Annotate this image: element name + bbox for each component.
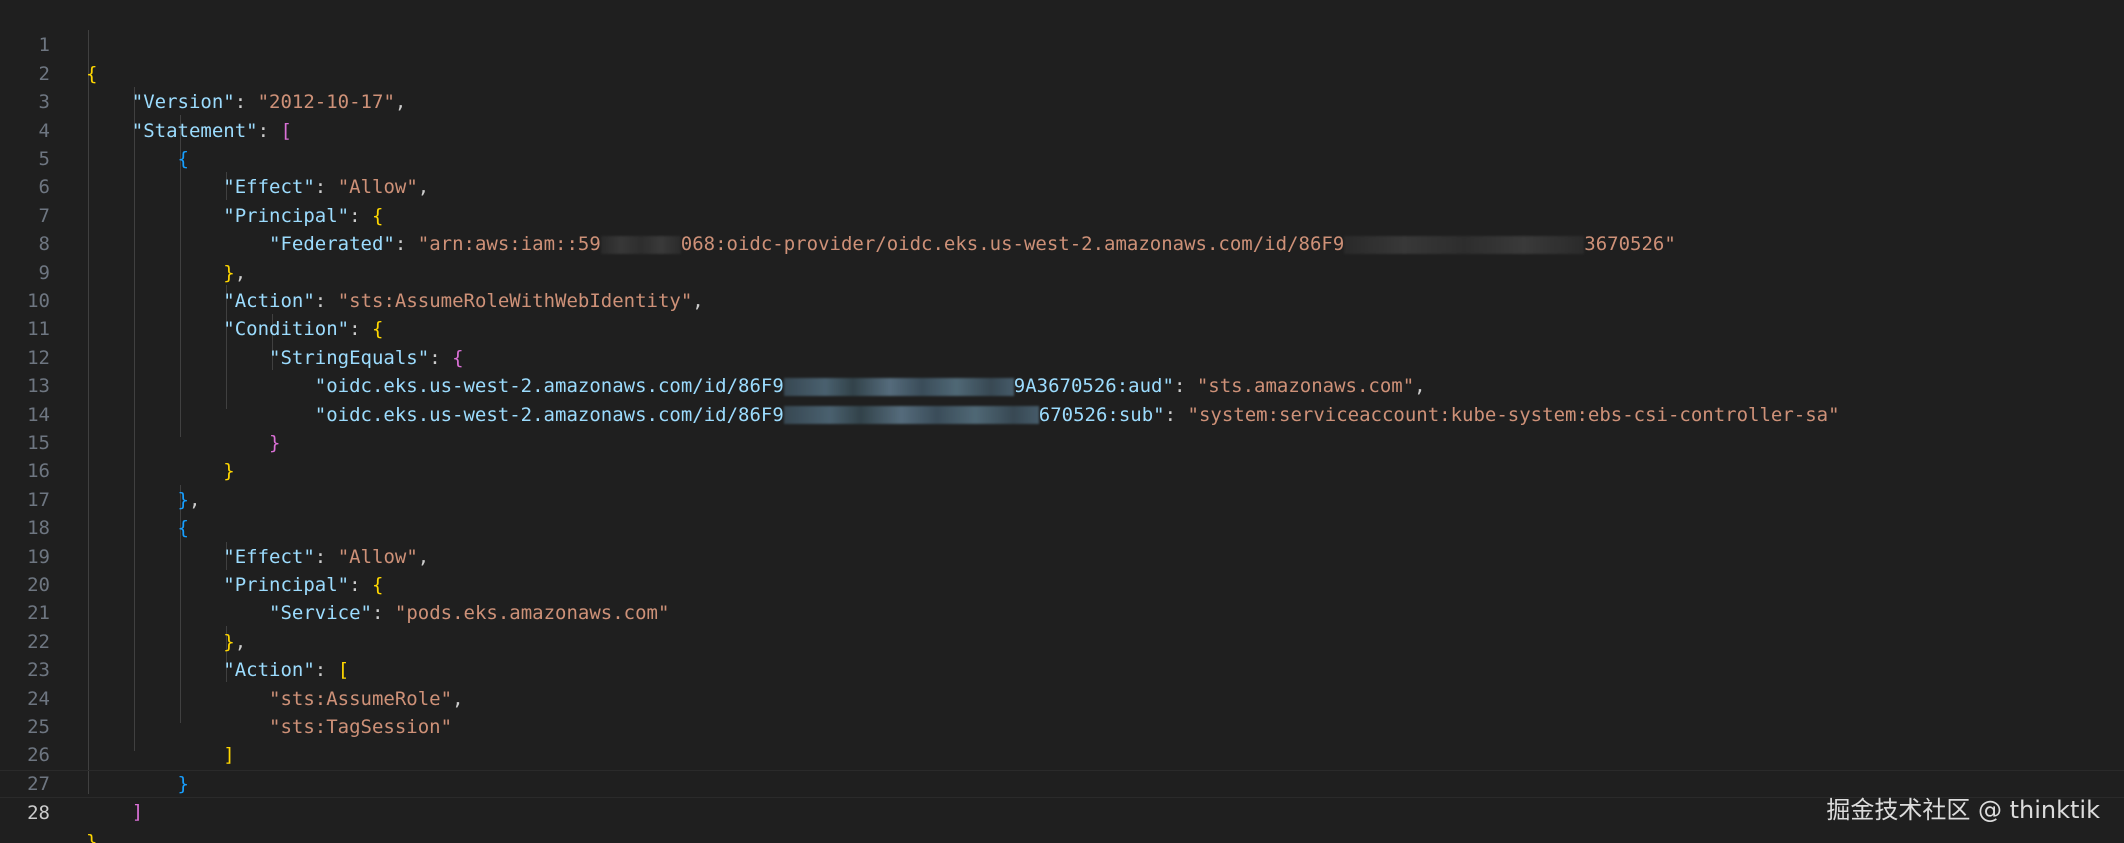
code-line[interactable]: 17 { <box>0 457 2124 539</box>
bracket-token: ] <box>131 801 144 824</box>
code-line[interactable]: 10 "Condition": { <box>0 259 2124 340</box>
code-line[interactable]: 6 "Principal": { <box>0 145 2124 226</box>
brace-token: } <box>86 830 98 843</box>
code-line[interactable]: 18 "Effect": "Allow", <box>0 486 2124 567</box>
code-editor[interactable]: 1 { 2 "Version": "2012-10-17", 3 "Statem… <box>0 0 2124 843</box>
code-line[interactable]: 8 }, <box>0 202 2124 283</box>
code-line[interactable]: 13 "oidc.eks.us-west-2.amazonaws.com/id/… <box>0 344 2124 425</box>
code-line[interactable]: 26 } <box>0 713 2124 794</box>
code-line[interactable]: 20 "Service": "pods.eks.amazonaws.com" <box>0 543 2124 624</box>
code-line-current[interactable]: 28 } <box>0 769 2124 843</box>
code-line[interactable]: 14 } <box>0 372 2124 454</box>
code-line[interactable]: 3 "Statement": [ <box>0 60 2124 141</box>
code-line[interactable]: 7 "Federated": "arn:aws:iam::59 068:oidc-… <box>0 173 2124 255</box>
code-line[interactable]: 16 }, <box>0 429 2124 510</box>
code-line[interactable]: 25 ] <box>0 685 2124 766</box>
watermark: 掘金技术社区 @ thinktik <box>1826 796 2100 824</box>
code-line[interactable]: 4 { <box>0 88 2124 170</box>
code-line[interactable]: 21 }, <box>0 571 2124 652</box>
code-line[interactable]: 23 "sts:AssumeRole", <box>0 628 2124 709</box>
code-line[interactable]: 1 { <box>0 3 2124 84</box>
code-line[interactable]: 15 } <box>0 401 2124 482</box>
code-line[interactable]: 24 "sts:TagSession" <box>0 656 2124 738</box>
code-line[interactable]: 19 "Principal": { <box>0 514 2124 596</box>
code-line[interactable]: 9 "Action": "sts:AssumeRoleWithWebIdenti… <box>0 230 2124 312</box>
line-number: 28 <box>27 802 50 825</box>
code-line[interactable]: 5 "Effect": "Allow", <box>0 117 2124 198</box>
code-line[interactable]: 22 "Action": [ <box>0 599 2124 681</box>
code-line[interactable]: 2 "Version": "2012-10-17", <box>0 31 2124 113</box>
code-line[interactable]: 27 ] <box>0 741 2124 823</box>
code-line[interactable]: 12 "oidc.eks.us-west-2.amazonaws.com/id/… <box>0 315 2124 397</box>
code-line[interactable]: 11 "StringEquals": { <box>0 287 2124 368</box>
